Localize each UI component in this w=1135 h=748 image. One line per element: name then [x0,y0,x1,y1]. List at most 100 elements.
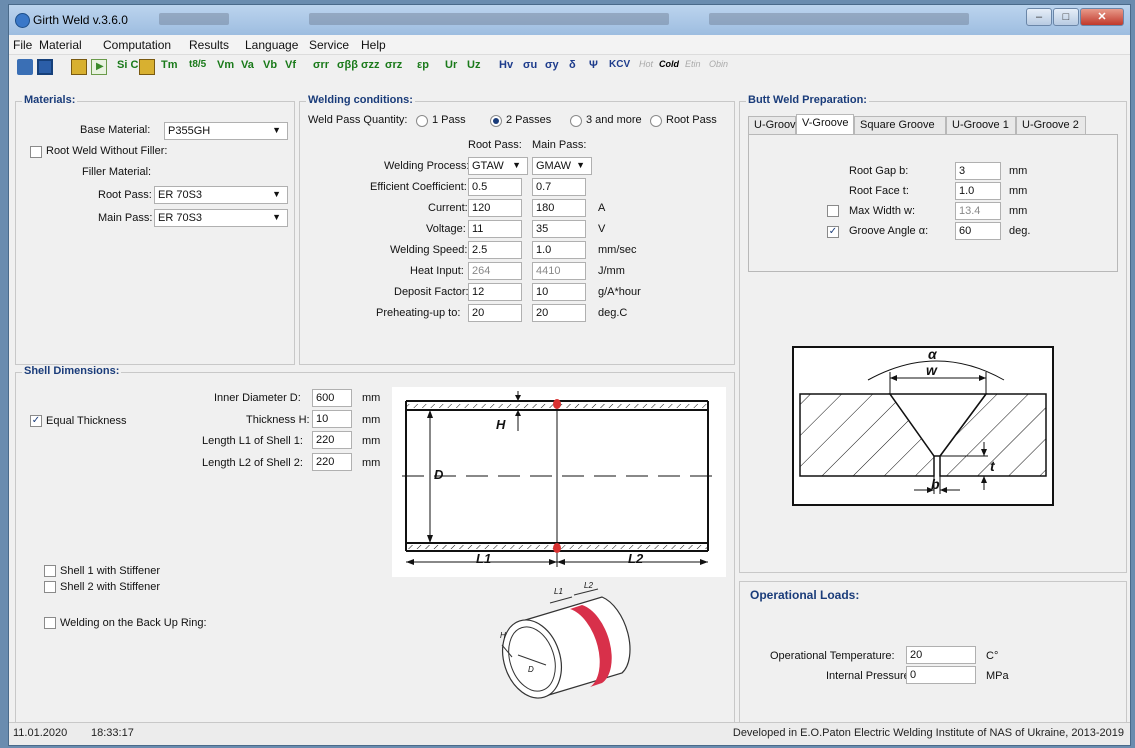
efficient-coefficient-label: Efficient Coefficient: [370,181,467,193]
tb-delta[interactable]: δ [569,59,576,71]
pipe-label-l2: L2 [584,581,593,590]
tb-tm[interactable]: Tm [161,59,178,71]
menu-results[interactable]: Results [189,38,229,52]
inner-diameter-unit: mm [362,392,381,404]
menu-language[interactable]: Language [245,38,298,52]
tb-vf[interactable]: Vf [285,59,296,71]
root-without-filler-checkbox[interactable] [30,146,42,158]
tb-va[interactable]: Va [241,59,254,71]
tb-hot: Hot [639,59,654,69]
v-groove-drawing [799,360,1047,494]
shell1-stiffener-checkbox[interactable] [44,565,56,577]
tb-sbb[interactable]: σββ [337,59,358,71]
blurred-tab [159,13,229,25]
thickness-input[interactable]: 10 [312,410,352,428]
inner-diameter-input[interactable]: 600 [312,389,352,407]
tb-szz[interactable]: σzz [361,59,380,71]
tb-cold[interactable]: Cold [659,59,679,69]
app-window: Girth Weld v.3.6.0 – □ ✕ File Material C… [8,4,1131,746]
tab-v-groove[interactable]: V-Groove [796,114,854,135]
diagram-label-t: t [990,458,995,474]
groove-angle-input[interactable]: 60 [955,222,1001,240]
main-efficiency-input[interactable]: 0.7 [532,178,586,196]
operational-temperature-input[interactable]: 20 [906,646,976,664]
tab-square-groove[interactable]: Square Groove [854,116,946,134]
tb-kcv[interactable]: KCV [609,59,630,70]
menu-help[interactable]: Help [361,38,386,52]
equal-thickness-checkbox[interactable]: ✓ [30,415,42,427]
equal-thickness-label: Equal Thickness [46,415,127,427]
menu-computation[interactable]: Computation [103,38,171,52]
material-icon[interactable] [71,59,87,75]
main-voltage-input[interactable]: 35 [532,220,586,238]
tb-ep[interactable]: εp [417,59,429,71]
radio-2-passes[interactable] [490,115,502,127]
menu-material[interactable]: Material [39,38,82,52]
length-l1-input[interactable]: 220 [312,431,352,449]
radio-root-pass-label: Root Pass [666,114,717,126]
root-deposit-input[interactable]: 12 [468,283,522,301]
shell2-stiffener-checkbox[interactable] [44,581,56,593]
chevron-down-icon: ▼ [512,160,521,170]
tb-si-c[interactable]: Si C [117,59,138,71]
tb-srr[interactable]: σrr [313,59,329,71]
groove-angle-checkbox[interactable]: ✓ [827,226,839,238]
root-current-input[interactable]: 120 [468,199,522,217]
materials-title: Materials: [22,94,78,106]
length-l1-label: Length L1 of Shell 1: [202,435,303,447]
pipe-label-l1: L1 [554,587,563,596]
tab-u-groove[interactable]: U-Groove [748,116,802,134]
groove-tabs: U-Groove V-Groove Square Groove U-Groove… [748,114,1118,136]
root-efficiency-input[interactable]: 0.5 [468,178,522,196]
tb-srz[interactable]: σrz [385,59,402,71]
menu-file[interactable]: File [13,38,32,52]
root-voltage-input[interactable]: 11 [468,220,522,238]
open-icon[interactable] [17,59,33,75]
run-icon[interactable]: ▶ [91,59,107,75]
tb-hv[interactable]: Hv [499,59,513,71]
tb-vm[interactable]: Vm [217,59,234,71]
length-l2-input[interactable]: 220 [312,453,352,471]
internal-pressure-input[interactable]: 0 [906,666,976,684]
tb-sy[interactable]: σy [545,59,559,71]
menu-service[interactable]: Service [309,38,349,52]
internal-pressure-label: Internal Pressure: [826,670,913,682]
root-process-select[interactable]: GTAW ▼ [468,157,528,175]
main-speed-input[interactable]: 1.0 [532,241,586,259]
shell2-stiffener-label: Shell 2 with Stiffener [60,581,161,593]
minimize-button[interactable]: – [1026,8,1052,26]
close-button[interactable]: ✕ [1080,8,1124,26]
chevron-down-icon: ▼ [272,125,281,135]
main-current-input[interactable]: 180 [532,199,586,217]
tb-psi[interactable]: Ψ [589,59,598,71]
radio-root-pass[interactable] [650,115,662,127]
radio-1-pass[interactable] [416,115,428,127]
root-speed-input[interactable]: 2.5 [468,241,522,259]
weld-icon[interactable] [139,59,155,75]
backup-ring-checkbox[interactable] [44,617,56,629]
maximize-button[interactable]: □ [1053,8,1079,26]
save-icon[interactable] [37,59,53,75]
tb-su[interactable]: σu [523,59,537,71]
tab-u-groove-2[interactable]: U-Groove 2 [1016,116,1086,134]
main-preheat-input[interactable]: 20 [532,304,586,322]
root-pass-filler-select[interactable]: ER 70S3 ▼ [154,186,288,204]
tb-t85[interactable]: t8/5 [189,59,206,70]
app-icon [15,13,30,28]
tb-uz[interactable]: Uz [467,59,480,71]
main-process-select[interactable]: GMAW ▼ [532,157,592,175]
root-gap-input[interactable]: 3 [955,162,1001,180]
tb-vb[interactable]: Vb [263,59,277,71]
root-preheat-input[interactable]: 20 [468,304,522,322]
tab-u-groove-1[interactable]: U-Groove 1 [946,116,1016,134]
butt-weld-title: Butt Weld Preparation: [746,94,869,106]
shell-dimensions-title: Shell Dimensions: [22,365,122,377]
root-face-input[interactable]: 1.0 [955,182,1001,200]
main-pass-filler-select[interactable]: ER 70S3 ▼ [154,209,288,227]
tb-ur[interactable]: Ur [445,59,457,71]
thickness-label: Thickness H: [246,414,310,426]
radio-3-more[interactable] [570,115,582,127]
max-width-checkbox[interactable] [827,205,839,217]
main-deposit-input[interactable]: 10 [532,283,586,301]
base-material-select[interactable]: P355GH ▼ [164,122,288,140]
